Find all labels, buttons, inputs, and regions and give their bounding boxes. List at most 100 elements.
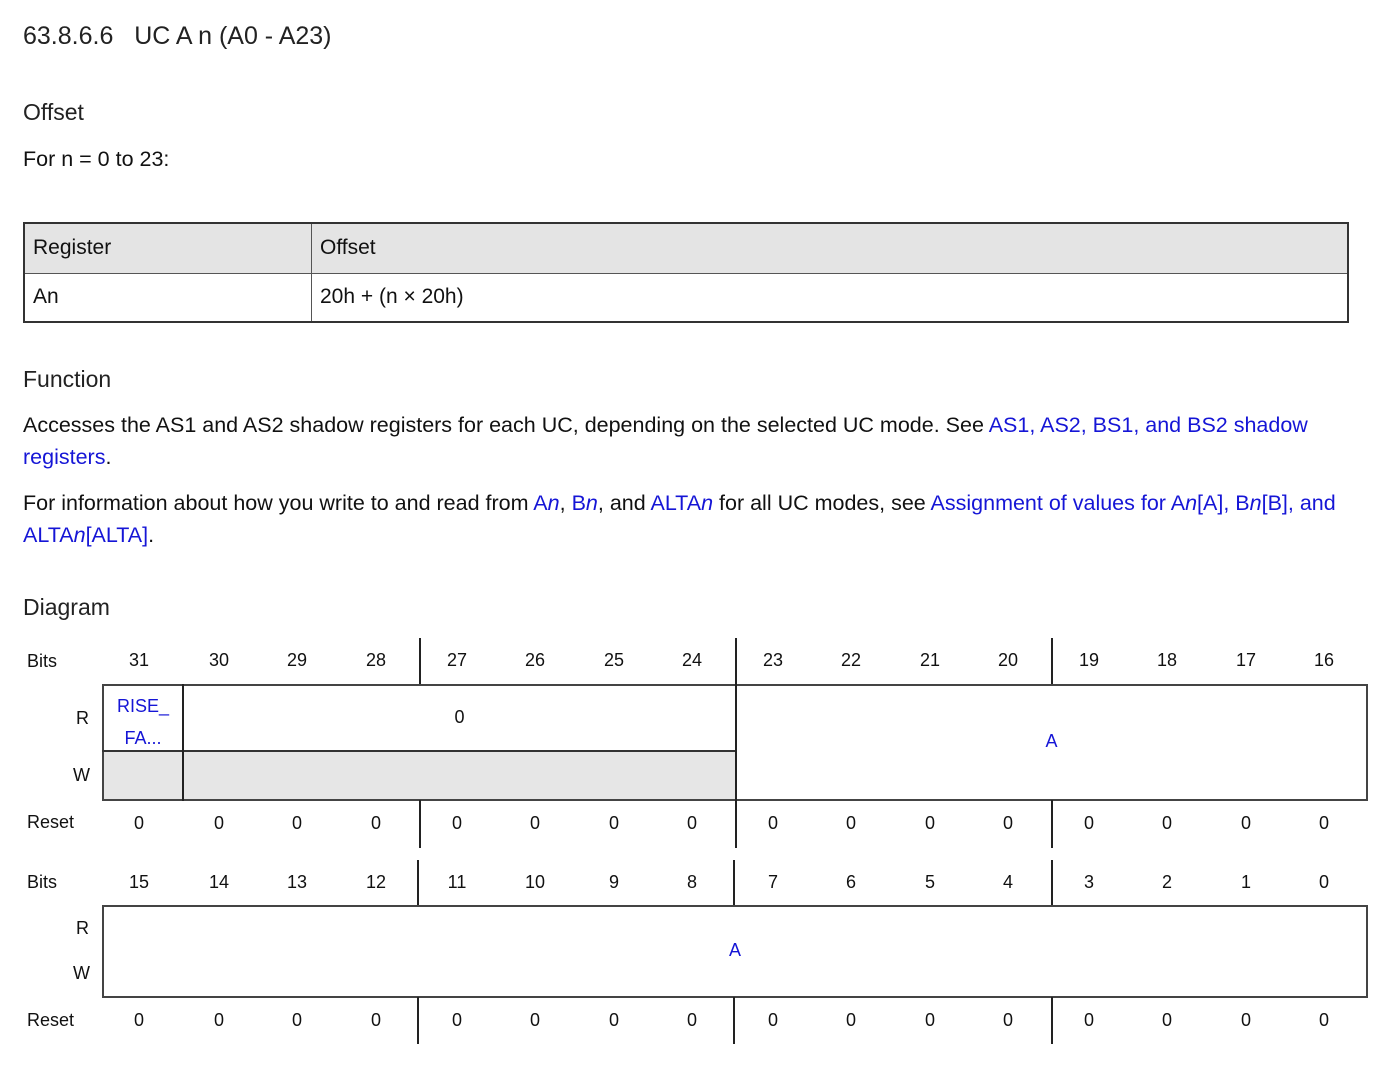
reset-value: 0 xyxy=(291,813,303,833)
bit-number: 30 xyxy=(208,650,230,670)
nibble-separator xyxy=(733,860,735,907)
reset-value: 0 xyxy=(845,813,857,833)
nibble-separator xyxy=(733,997,735,1044)
rise-fa-line-1: RISE_ xyxy=(116,696,170,716)
reset-value: 0 xyxy=(1083,813,1095,833)
rw-divider xyxy=(102,750,736,752)
nibble-separator xyxy=(735,638,737,686)
n-italic: n xyxy=(1185,491,1198,515)
offset-intro: For n = 0 to 23: xyxy=(23,147,170,171)
bit-number: 22 xyxy=(840,650,862,670)
reset-value: 0 xyxy=(370,813,382,833)
bn-link[interactable]: Bn xyxy=(572,491,598,515)
reset-value: 0 xyxy=(1240,813,1252,833)
offset-table: Register Offset An 20h + (n × 20h) xyxy=(23,222,1349,323)
bit-number: 29 xyxy=(286,650,308,670)
n-italic: n xyxy=(1249,491,1262,515)
bit-number: 17 xyxy=(1235,650,1257,670)
reset-value: 0 xyxy=(529,1010,541,1030)
reset-value: 0 xyxy=(686,1010,698,1030)
reset-value: 0 xyxy=(451,813,463,833)
column-header-register: Register xyxy=(23,222,312,274)
cell-register: An xyxy=(23,272,312,323)
bit-number: 6 xyxy=(845,872,857,892)
reset-value: 0 xyxy=(1240,1010,1252,1030)
a-field-lower[interactable]: A xyxy=(104,940,1366,961)
bit-number: 7 xyxy=(767,872,779,892)
page-title: 63.8.6.6 UC A n (A0 - A23) xyxy=(23,22,332,50)
bits-label: Bits xyxy=(27,872,58,892)
read-label: R xyxy=(76,708,89,728)
nibble-separator xyxy=(735,800,737,848)
bit-number: 27 xyxy=(446,650,468,670)
alta-label: ALTA xyxy=(650,491,702,515)
n-italic: n xyxy=(701,491,714,515)
bit-number: 21 xyxy=(919,650,941,670)
bn-label: B xyxy=(571,491,586,515)
bit-number: 20 xyxy=(997,650,1019,670)
bit-number: 16 xyxy=(1313,650,1335,670)
field-divider xyxy=(182,684,184,801)
offset-heading: Offset xyxy=(23,99,84,125)
bit-number: 5 xyxy=(924,872,936,892)
read-label: R xyxy=(76,918,89,938)
bit-number: 28 xyxy=(365,650,387,670)
n-italic: n xyxy=(73,523,86,547)
reset-value: 0 xyxy=(1161,1010,1173,1030)
reset-value: 0 xyxy=(370,1010,382,1030)
link-part: [ALTA] xyxy=(85,523,149,547)
reserved-read-value: 0 xyxy=(454,707,465,727)
table-header-row: Register Offset xyxy=(23,222,1349,274)
bit-number: 11 xyxy=(447,872,467,892)
reset-value: 0 xyxy=(133,1010,145,1030)
reset-value: 0 xyxy=(1002,813,1014,833)
bit-number: 15 xyxy=(128,872,150,892)
bit-number: 10 xyxy=(524,872,546,892)
nibble-separator xyxy=(419,800,421,848)
reset-value: 0 xyxy=(845,1010,857,1030)
bit-number: 24 xyxy=(681,650,703,670)
function-text: Accesses the AS1 and AS2 shadow register… xyxy=(23,413,989,437)
comma: , xyxy=(559,491,572,515)
link-part: Assignment of values for A xyxy=(930,491,1186,515)
bit-number: 25 xyxy=(603,650,625,670)
write-label: W xyxy=(73,963,90,983)
cell-offset: 20h + (n × 20h) xyxy=(311,272,1349,323)
link-part: [A], B xyxy=(1197,491,1250,515)
bit-number: 1 xyxy=(1240,872,1252,892)
reset-value: 0 xyxy=(924,1010,936,1030)
an-link[interactable]: An xyxy=(533,491,559,515)
bit-number: 8 xyxy=(686,872,698,892)
a-field-upper[interactable]: A xyxy=(737,731,1366,752)
reset-value: 0 xyxy=(608,813,620,833)
bit-number: 23 xyxy=(762,650,784,670)
reset-value: 0 xyxy=(924,813,936,833)
n-italic: n xyxy=(585,491,598,515)
nibble-separator xyxy=(419,638,421,686)
function-paragraph-2: For information about how you write to a… xyxy=(23,487,1373,551)
function-paragraph-1: Accesses the AS1 and AS2 shadow register… xyxy=(23,409,1373,473)
bit-number: 3 xyxy=(1083,872,1095,892)
reset-value: 0 xyxy=(1002,1010,1014,1030)
period: . xyxy=(105,445,112,469)
reserved-write-fill xyxy=(104,752,735,799)
reset-value: 0 xyxy=(1083,1010,1095,1030)
reset-value: 0 xyxy=(686,813,698,833)
nibble-separator xyxy=(1051,860,1053,907)
column-header-offset: Offset xyxy=(311,222,1349,274)
n-italic: n xyxy=(547,491,560,515)
write-label: W xyxy=(73,765,90,785)
nibble-separator xyxy=(417,860,419,907)
reset-value: 0 xyxy=(213,1010,225,1030)
reset-value: 0 xyxy=(529,813,541,833)
bit-number: 18 xyxy=(1156,650,1178,670)
nibble-separator xyxy=(1051,997,1053,1044)
rise-fa-field[interactable]: RISE_ FA... xyxy=(104,690,182,754)
reset-value: 0 xyxy=(133,813,145,833)
reset-value: 0 xyxy=(213,813,225,833)
table-row: An 20h + (n × 20h) xyxy=(23,272,1349,323)
reset-value: 0 xyxy=(1318,813,1330,833)
bit-number: 0 xyxy=(1318,872,1330,892)
and-text: , and xyxy=(597,491,651,515)
altan-link[interactable]: ALTAn xyxy=(650,491,713,515)
